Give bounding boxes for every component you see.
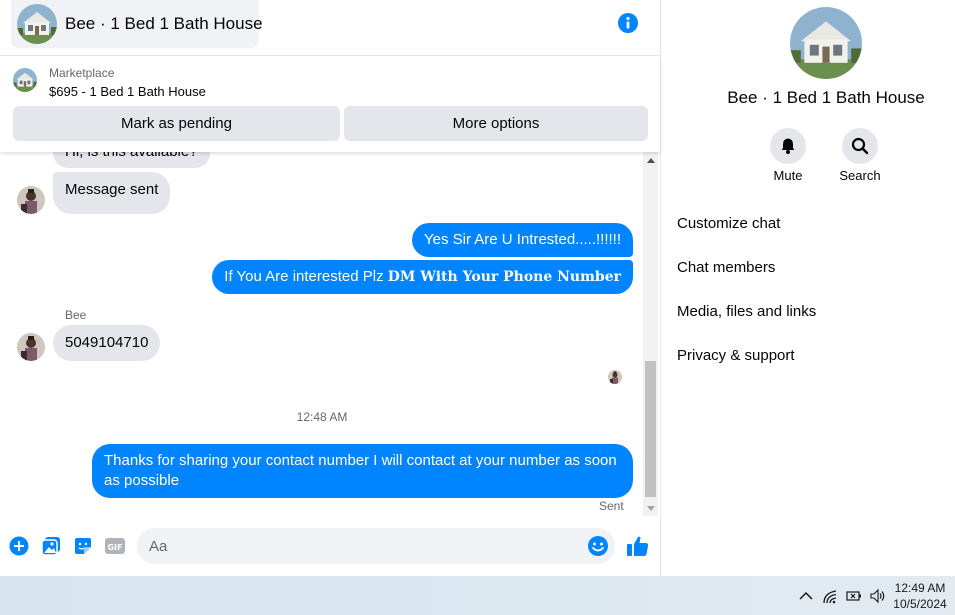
- outgoing-message: If You Are interested Plz DM With Your P…: [212, 260, 633, 294]
- wifi-icon[interactable]: [822, 587, 840, 605]
- search-circle[interactable]: [842, 128, 878, 164]
- emoji-icon[interactable]: [587, 535, 609, 557]
- volume-icon[interactable]: [869, 587, 887, 605]
- seen-indicator-avatar: [608, 370, 622, 384]
- photo-icon[interactable]: [41, 536, 61, 556]
- message-input[interactable]: [137, 528, 615, 564]
- search-icon: [851, 137, 869, 155]
- battery-icon[interactable]: [845, 587, 863, 605]
- system-clock[interactable]: 12:49 AM 10/5/2024: [888, 580, 952, 612]
- conversation-info-panel: Bee · 1 Bed 1 Bath House Mute Search Cus…: [661, 0, 955, 576]
- more-options-button[interactable]: More options: [344, 106, 648, 141]
- chat-panel: Bee · 1 Bed 1 Bath House Marketplace $69…: [0, 0, 661, 576]
- listing-thumbnail[interactable]: [13, 68, 37, 92]
- scroll-down-arrow[interactable]: [647, 506, 655, 511]
- clock-time: 12:49 AM: [894, 581, 946, 595]
- mute-label: Mute: [773, 168, 803, 183]
- sender-avatar[interactable]: [17, 333, 45, 361]
- chat-header: Bee · 1 Bed 1 Bath House: [0, 0, 660, 56]
- listing-title[interactable]: $695 - 1 Bed 1 Bath House: [49, 84, 206, 99]
- menu-customize-chat[interactable]: Customize chat: [677, 215, 780, 232]
- message-text: If You Are interested Plz: [224, 268, 388, 285]
- message-bold-text: DM With Your Phone Number: [387, 269, 621, 285]
- marketplace-label: Marketplace: [49, 66, 115, 80]
- like-icon[interactable]: [626, 534, 650, 558]
- conversation-title: Bee · 1 Bed 1 Bath House: [65, 14, 263, 33]
- chevron-up-icon[interactable]: [797, 587, 815, 605]
- gif-icon[interactable]: GIF: [105, 536, 125, 556]
- plus-icon[interactable]: [9, 536, 29, 556]
- message-scrollbar[interactable]: [643, 152, 658, 516]
- incoming-message: 5049104710: [53, 325, 161, 361]
- marketplace-banner: Marketplace $695 - 1 Bed 1 Bath House Ma…: [0, 57, 660, 152]
- sent-status: Sent: [599, 499, 624, 513]
- search-label: Search: [839, 168, 881, 183]
- search-button[interactable]: Search: [830, 128, 890, 183]
- menu-chat-members[interactable]: Chat members: [677, 259, 775, 276]
- mark-as-pending-button[interactable]: Mark as pending: [13, 106, 340, 141]
- outgoing-message: Yes Sir Are U Intrested.....!!!!!!: [411, 223, 633, 257]
- svg-text:GIF: GIF: [107, 543, 122, 552]
- message-timestamp: 12:48 AM: [296, 410, 348, 424]
- clock-date: 10/5/2024: [893, 597, 947, 611]
- bell-icon: [781, 138, 795, 154]
- incoming-message: Message sent: [53, 172, 171, 214]
- sender-avatar[interactable]: [17, 186, 45, 214]
- mute-circle[interactable]: [770, 128, 806, 164]
- conversation-large-avatar: [790, 7, 862, 79]
- taskbar: 12:49 AM 10/5/2024: [0, 576, 955, 615]
- outgoing-message: Thanks for sharing your contact number I…: [92, 444, 633, 498]
- scroll-up-arrow[interactable]: [647, 158, 655, 163]
- scroll-thumb[interactable]: [645, 361, 656, 497]
- message-list[interactable]: Hi, is this available? Message sent Yes …: [0, 152, 656, 516]
- message-composer: GIF: [0, 520, 660, 576]
- sender-name: Bee: [65, 308, 87, 322]
- sticker-icon[interactable]: [73, 536, 93, 556]
- info-icon[interactable]: [617, 12, 639, 34]
- menu-media-files-links[interactable]: Media, files and links: [677, 303, 816, 320]
- conversation-name: Bee · 1 Bed 1 Bath House: [727, 88, 925, 107]
- incoming-message: Hi, is this available?: [53, 152, 210, 168]
- menu-privacy-support[interactable]: Privacy & support: [677, 347, 795, 364]
- conversation-avatar: [17, 4, 57, 44]
- conversation-title-button[interactable]: Bee · 1 Bed 1 Bath House: [11, 0, 263, 48]
- mute-button[interactable]: Mute: [758, 128, 818, 183]
